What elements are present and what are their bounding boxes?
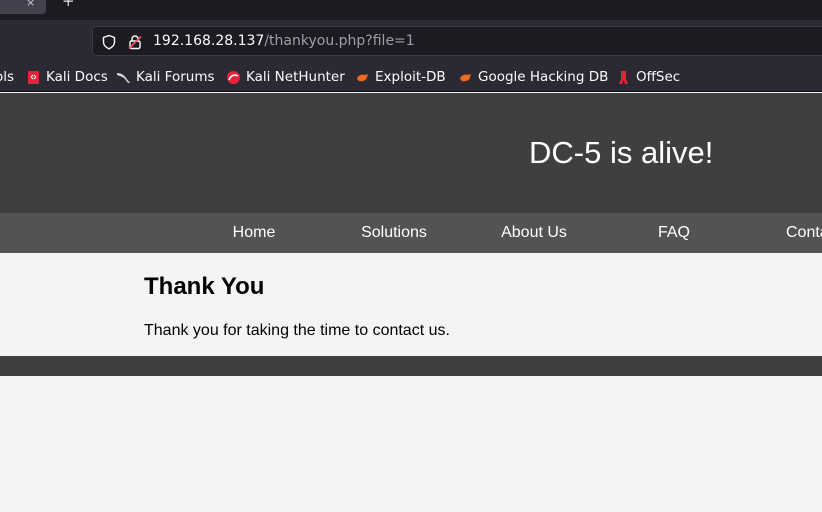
insecure-lock-icon[interactable] — [127, 34, 143, 50]
site-navigation: Home Solutions About Us FAQ Conta — [0, 213, 822, 253]
bookmark-label: Exploit-DB — [375, 69, 446, 85]
bookmark-label: OffSec — [636, 69, 681, 85]
bookmark-label: Google Hacking DB — [478, 69, 609, 85]
shield-icon[interactable] — [101, 34, 117, 50]
bookmark-google-hacking-db[interactable]: Google Hacking DB — [458, 68, 608, 86]
site-header: DC-5 is alive! — [0, 93, 822, 213]
url-host: 192.168.28.137 — [153, 33, 265, 49]
main-content: Thank You Thank you for taking the time … — [0, 253, 822, 356]
bookmark-kali-tools[interactable]: ols — [0, 68, 14, 86]
bookmark-label: Kali NetHunter — [246, 69, 345, 85]
kali-docs-icon — [28, 70, 39, 84]
bookmark-offsec[interactable]: OffSec — [616, 68, 680, 86]
bookmark-kali-forums[interactable]: Kali Forums — [116, 68, 215, 86]
browser-toolbar: 192.168.28.137/thankyou.php?file=1 — [0, 20, 822, 62]
tab-close-icon[interactable]: × — [26, 0, 35, 9]
nav-faq[interactable]: FAQ — [604, 213, 744, 253]
nethunter-icon — [227, 70, 240, 84]
tab-strip: × + — [0, 0, 822, 20]
nav-home[interactable]: Home — [184, 213, 324, 253]
kali-dragon-icon — [117, 72, 130, 83]
browser-tab[interactable]: × — [0, 0, 46, 14]
bookmark-label: ols — [0, 69, 15, 85]
bookmarks-toolbar: ols Kali Docs Kali Forums Kali NetHunter… — [0, 62, 822, 92]
page-title: Thank You — [144, 273, 265, 300]
site-footer — [0, 356, 822, 376]
exploit-db-icon — [357, 73, 368, 81]
nav-about-us[interactable]: About Us — [464, 213, 604, 253]
address-bar[interactable]: 192.168.28.137/thankyou.php?file=1 — [92, 26, 822, 56]
url-path: /thankyou.php?file=1 — [264, 33, 415, 49]
bookmark-label: Kali Docs — [46, 69, 108, 85]
bookmark-kali-nethunter[interactable]: Kali NetHunter — [226, 68, 345, 86]
offsec-icon — [619, 70, 628, 84]
bookmark-label: Kali Forums — [136, 69, 215, 85]
new-tab-icon[interactable]: + — [62, 0, 75, 10]
url-text[interactable]: 192.168.28.137/thankyou.php?file=1 — [153, 33, 415, 49]
nav-solutions[interactable]: Solutions — [324, 213, 464, 253]
site-title: DC-5 is alive! — [529, 135, 714, 170]
ghdb-icon — [460, 73, 471, 81]
thank-you-message: Thank you for taking the time to contact… — [144, 322, 450, 339]
bookmark-exploit-db[interactable]: Exploit-DB — [355, 68, 446, 86]
nav-contact[interactable]: Conta — [786, 213, 822, 253]
bookmark-kali-docs[interactable]: Kali Docs — [26, 68, 108, 86]
